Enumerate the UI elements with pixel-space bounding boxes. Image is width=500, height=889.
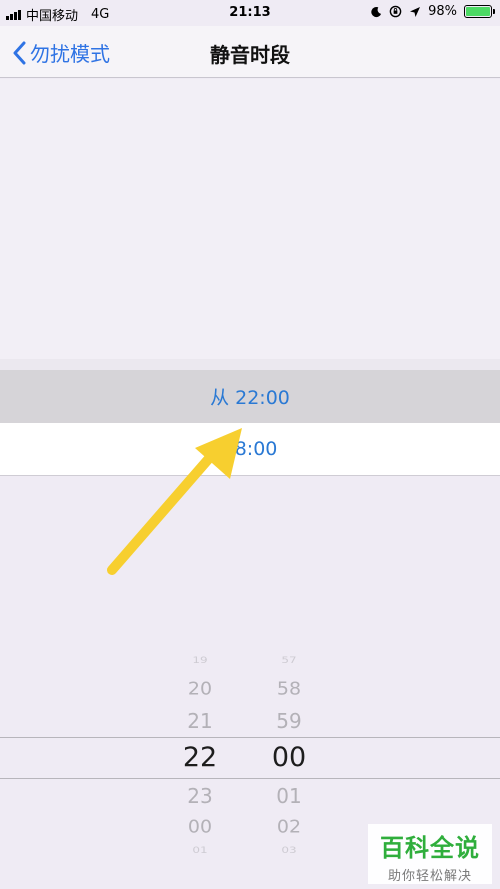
picker-option[interactable]: 02	[249, 817, 329, 837]
watermark-title: 百科全说	[380, 834, 480, 862]
status-right: 98%	[371, 4, 495, 19]
from-time-row[interactable]: 从 22:00	[0, 370, 500, 423]
picker-option[interactable]: 20	[160, 679, 240, 699]
picker-option[interactable]: 03	[249, 845, 329, 855]
picker-option[interactable]: 01	[160, 845, 240, 855]
watermark-logo: 百科全说 助你轻松解决	[368, 824, 492, 884]
from-time-label: 从 22:00	[210, 387, 290, 409]
navigation-bar: 勿扰模式 静音时段	[0, 26, 500, 78]
picker-option[interactable]: 23	[160, 784, 240, 808]
picker-selection-top-line	[0, 737, 500, 738]
picker-option[interactable]: 59	[249, 709, 329, 733]
status-bar: 中国移动 4G 21:13 98%	[0, 0, 500, 26]
picker-option[interactable]: 01	[249, 784, 329, 808]
orientation-lock-icon	[389, 5, 402, 18]
picker-option[interactable]: 00	[160, 817, 240, 837]
picker-option[interactable]: 19	[160, 655, 240, 665]
to-time-row[interactable]: 08:00	[0, 423, 500, 476]
picker-selection-bottom-line	[0, 778, 500, 779]
battery-level-fill	[466, 7, 490, 16]
picker-option[interactable]: 58	[249, 679, 329, 699]
to-time-label: 08:00	[222, 438, 278, 460]
picker-option[interactable]: 57	[249, 655, 329, 665]
watermark-subtitle: 助你轻松解决	[387, 869, 472, 884]
picker-option[interactable]: 21	[160, 709, 240, 733]
battery-icon	[464, 5, 495, 18]
section-gap	[0, 359, 500, 370]
empty-content-area	[0, 79, 500, 359]
battery-percent: 98%	[428, 4, 457, 19]
page-title: 静音时段	[210, 43, 290, 67]
location-icon	[410, 6, 421, 17]
moon-icon	[371, 6, 382, 17]
picker-selected-value[interactable]: 00	[249, 742, 329, 773]
picker-selected-value[interactable]: 22	[160, 742, 240, 773]
